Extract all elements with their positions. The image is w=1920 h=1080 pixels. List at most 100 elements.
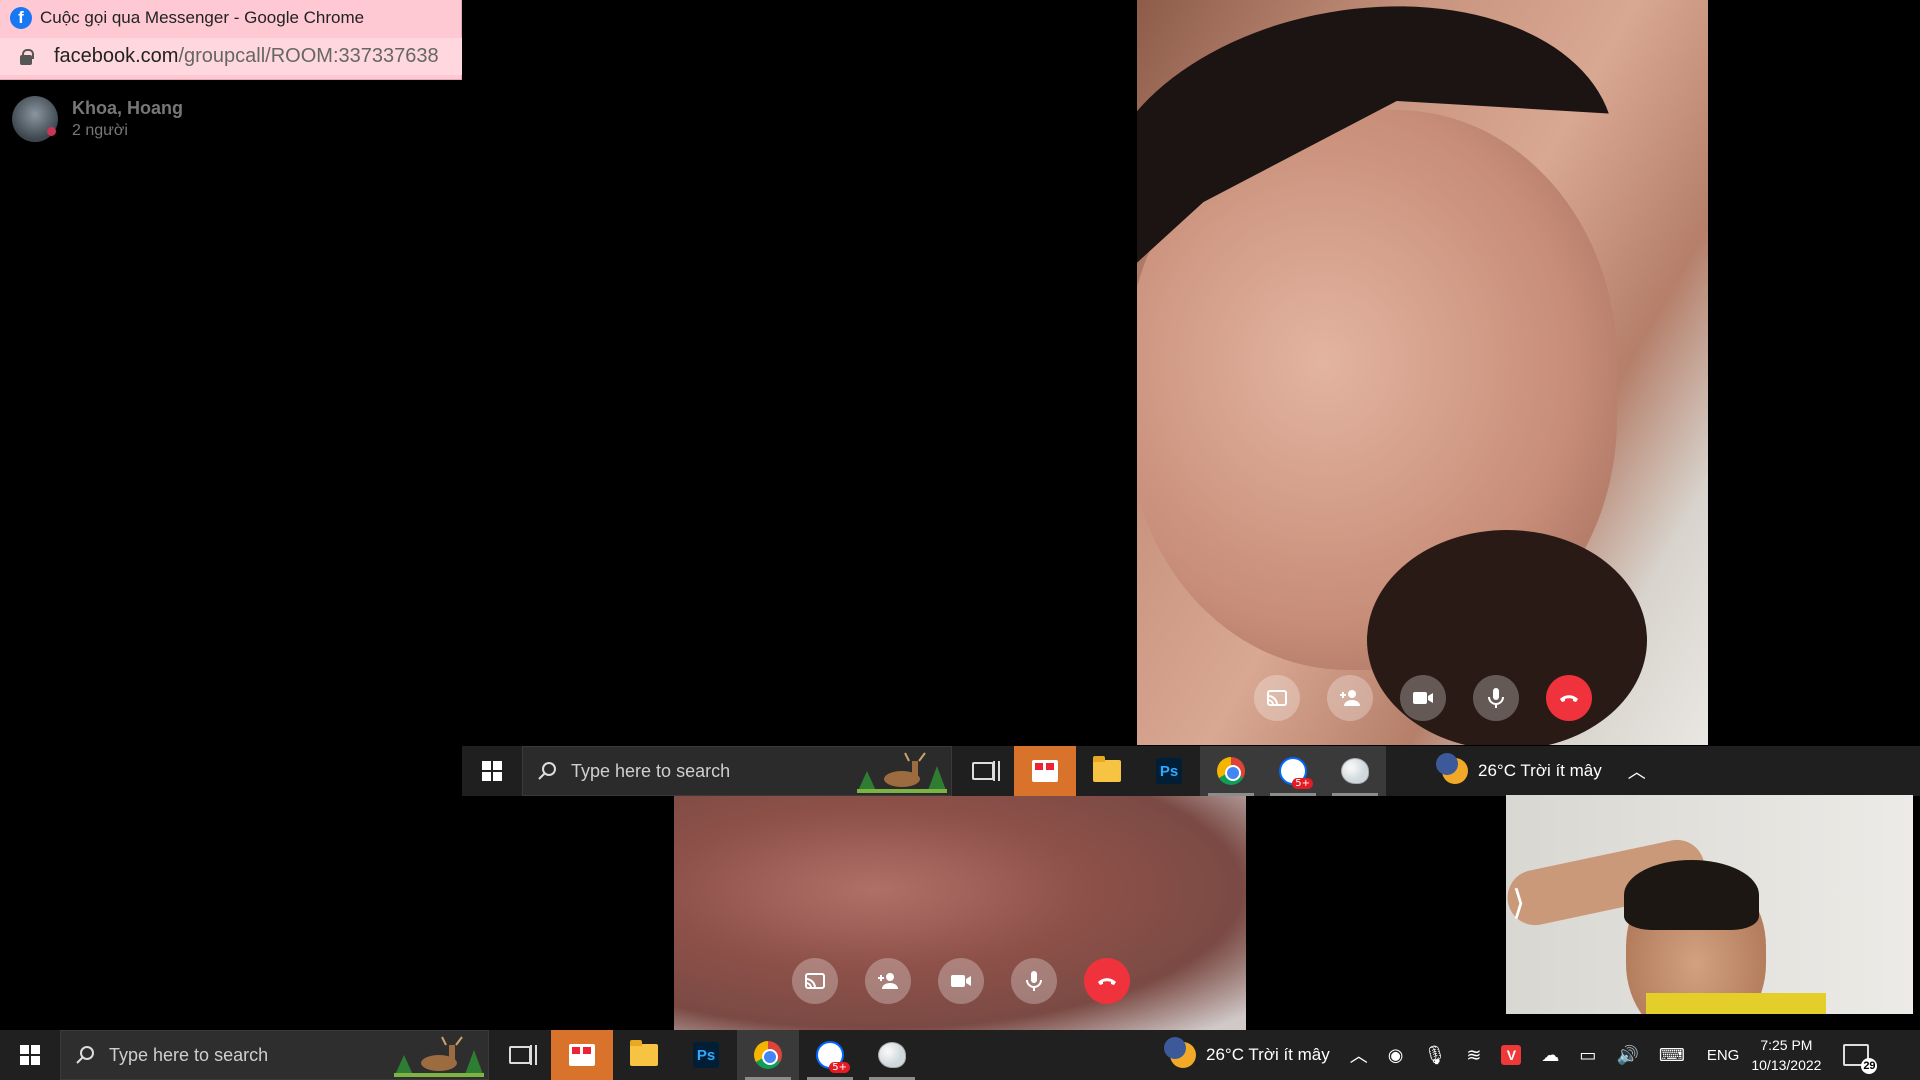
- news-icon: [1032, 760, 1058, 782]
- record-icon[interactable]: ◉: [1388, 1045, 1404, 1066]
- end-call-button[interactable]: [1084, 958, 1130, 1004]
- screen-share-icon: [805, 973, 825, 989]
- zalo-icon: 5+: [816, 1041, 850, 1073]
- video-toggle-button[interactable]: [938, 958, 984, 1004]
- windows-icon: [20, 1045, 40, 1065]
- cloud-icon[interactable]: ☁: [1541, 1045, 1559, 1066]
- url-domain: facebook.com: [53, 45, 179, 67]
- chrome-title-bar[interactable]: f Cuộc gọi qua Messenger - Google Chrome: [0, 0, 462, 35]
- expand-chevron-icon[interactable]: ⟩: [1512, 883, 1525, 923]
- start-button[interactable]: [0, 1030, 60, 1080]
- video-frame-shirt: [1646, 993, 1826, 1014]
- chevron-up-icon[interactable]: ︿: [1628, 758, 1646, 784]
- clock[interactable]: 7:25 PM 10/13/2022: [1751, 1035, 1821, 1075]
- end-call-icon: [1098, 978, 1116, 985]
- url-path: /groupcall/ROOM:337337638: [178, 45, 439, 67]
- deer-illustration-icon: [857, 752, 947, 793]
- add-person-icon: [878, 973, 898, 989]
- task-view-icon: [972, 761, 1000, 781]
- search-icon: [538, 762, 556, 780]
- end-call-button[interactable]: [1546, 675, 1592, 721]
- add-person-button[interactable]: [1327, 675, 1373, 721]
- paint-icon: [1341, 758, 1369, 784]
- zalo-button-captured[interactable]: 5+: [1262, 746, 1324, 796]
- weather-text[interactable]: 26°C Trời ít mây: [1478, 761, 1602, 781]
- photoshop-icon: Ps: [693, 1042, 719, 1068]
- wifi-icon[interactable]: ≋: [1466, 1045, 1481, 1066]
- video-toggle-button[interactable]: [1400, 675, 1446, 721]
- language-indicator[interactable]: ENG: [1707, 1047, 1740, 1064]
- active-indicator: [1270, 793, 1316, 796]
- news-icon: [569, 1044, 595, 1066]
- battery-icon[interactable]: ▭: [1579, 1045, 1596, 1066]
- task-view-button[interactable]: [489, 1030, 551, 1080]
- group-avatar: [12, 96, 58, 142]
- file-explorer-button[interactable]: [613, 1030, 675, 1080]
- folder-icon: [1093, 756, 1121, 782]
- facebook-icon: f: [10, 6, 32, 29]
- task-view-icon: [509, 1045, 537, 1065]
- file-explorer-button-captured[interactable]: [1076, 746, 1138, 796]
- chevron-up-icon[interactable]: ︿: [1350, 1042, 1368, 1068]
- volume-icon[interactable]: 🔊: [1616, 1045, 1638, 1066]
- taskbar: Type here to search Ps 5+ 26°C Trời ít m…: [0, 1030, 1920, 1080]
- taskbar-captured: Type here to search Ps 5+ 26°C Trời ít m…: [462, 746, 1920, 796]
- screen-share-button[interactable]: [1254, 675, 1300, 721]
- taskbar-search[interactable]: Type here to search: [60, 1030, 489, 1080]
- mic-toggle-button[interactable]: [1011, 958, 1057, 1004]
- url-text[interactable]: facebook.com/groupcall/ROOM:337337638: [54, 45, 462, 68]
- screen-share-icon: [1267, 690, 1287, 706]
- chrome-button-captured[interactable]: [1200, 746, 1262, 796]
- taskbar-search-captured[interactable]: Type here to search: [522, 746, 952, 796]
- system-tray: 26°C Trời ít mây ︿ ◉ 🎙 ≋ V ☁ ▭ 🔊 ⌨ ENG 7…: [1164, 1030, 1878, 1080]
- microphone-icon: [1026, 971, 1042, 991]
- photoshop-icon: Ps: [1156, 758, 1182, 784]
- start-button-captured[interactable]: [462, 746, 522, 796]
- clock-date: 10/13/2022: [1751, 1057, 1822, 1073]
- zalo-badge: 5+: [829, 1062, 850, 1073]
- microphone-icon: [1488, 688, 1504, 708]
- participant-count: 2 người: [72, 122, 128, 139]
- chrome-button[interactable]: [737, 1030, 799, 1080]
- search-placeholder: Type here to search: [109, 1044, 269, 1065]
- news-app-button[interactable]: [551, 1030, 613, 1080]
- vivaldi-icon[interactable]: V: [1501, 1045, 1522, 1065]
- zalo-button[interactable]: 5+: [799, 1030, 861, 1080]
- clock-time: 7:25 PM: [1760, 1037, 1813, 1053]
- video-frame-hair: [1624, 860, 1759, 930]
- zalo-icon: 5+: [1279, 757, 1313, 789]
- end-call-icon: [1560, 695, 1578, 702]
- weather-moon-icon: [1436, 753, 1468, 784]
- screen-share-button[interactable]: [792, 958, 838, 1004]
- paint-button[interactable]: [861, 1030, 923, 1080]
- photoshop-button[interactable]: Ps: [675, 1030, 737, 1080]
- call-controls-main: [1254, 675, 1592, 721]
- status-dot: [47, 127, 56, 136]
- self-video: ⟩: [1506, 795, 1913, 1014]
- call-name: Khoa, Hoang: [72, 98, 183, 118]
- window-title: Cuộc gọi qua Messenger - Google Chrome: [40, 7, 365, 27]
- deer-illustration-icon: [394, 1036, 484, 1077]
- folder-icon: [630, 1040, 658, 1066]
- address-bar[interactable]: facebook.com/groupcall/ROOM:337337638: [0, 38, 462, 75]
- call-header: Khoa, Hoang 2 người: [12, 96, 183, 142]
- task-view-button-captured[interactable]: [952, 746, 1014, 796]
- chrome-icon: [1217, 757, 1245, 785]
- add-person-button[interactable]: [865, 958, 911, 1004]
- paint-button-captured[interactable]: [1324, 746, 1386, 796]
- video-camera-icon: [1413, 692, 1433, 704]
- microphone-tray-icon[interactable]: 🎙: [1423, 1045, 1446, 1066]
- mic-toggle-button[interactable]: [1473, 675, 1519, 721]
- news-app-button-captured[interactable]: [1014, 746, 1076, 796]
- paint-icon: [878, 1042, 906, 1068]
- weather-text[interactable]: 26°C Trời ít mây: [1206, 1045, 1330, 1065]
- lock-icon[interactable]: [20, 48, 34, 65]
- notification-center-button[interactable]: 29: [1843, 1044, 1878, 1074]
- search-placeholder: Type here to search: [571, 760, 731, 781]
- search-icon: [76, 1046, 94, 1064]
- keyboard-icon[interactable]: ⌨: [1659, 1045, 1685, 1066]
- chrome-icon: [754, 1041, 782, 1069]
- video-camera-icon: [951, 975, 971, 987]
- photoshop-button-captured[interactable]: Ps: [1138, 746, 1200, 796]
- notification-count: 29: [1861, 1058, 1878, 1074]
